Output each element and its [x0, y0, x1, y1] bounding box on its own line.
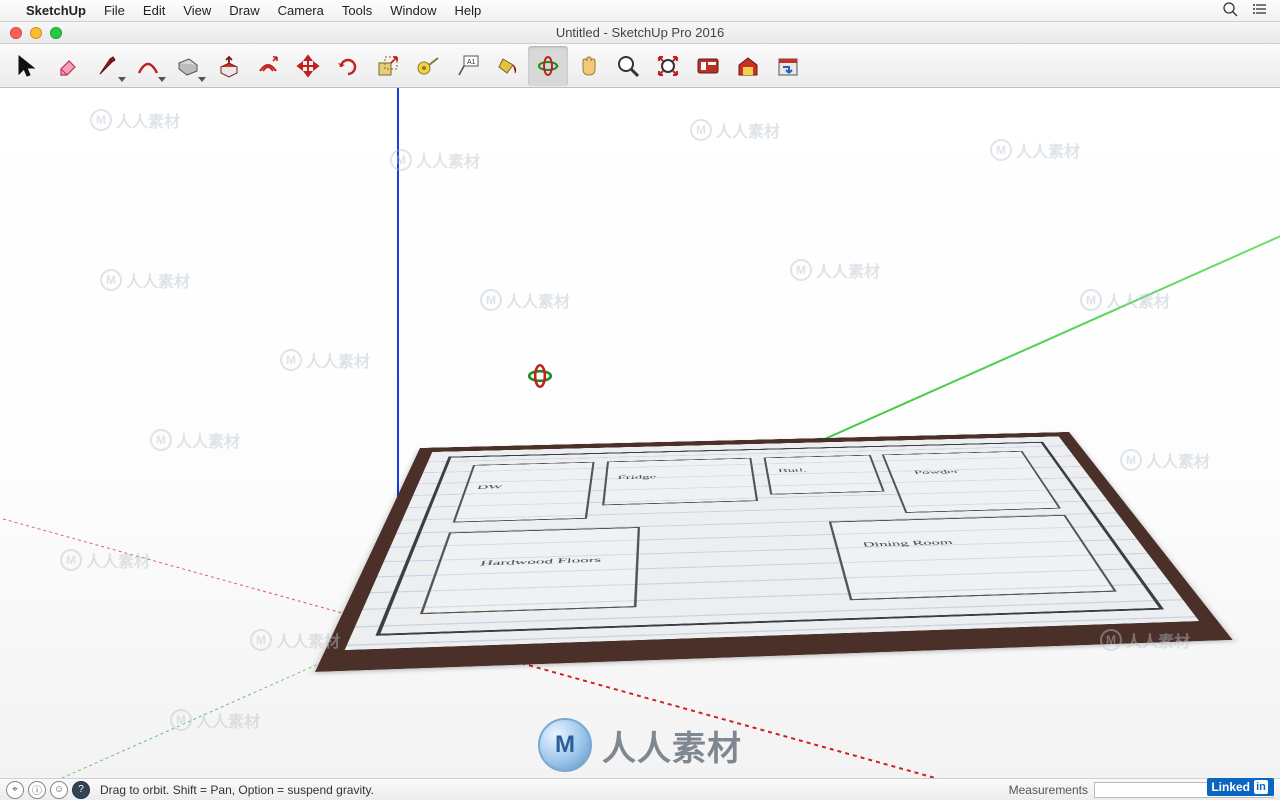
plan-label: DW [476, 484, 503, 491]
status-hint: Drag to orbit. Shift = Pan, Option = sus… [100, 783, 374, 797]
rotate-tool[interactable] [328, 46, 368, 86]
orbit-cursor-icon [526, 362, 554, 395]
geolocation-icon[interactable]: ⌖ [6, 781, 24, 799]
menu-list-icon[interactable] [1252, 1, 1268, 20]
text-tool[interactable]: A1 [448, 46, 488, 86]
window-title: Untitled - SketchUp Pro 2016 [0, 25, 1280, 40]
zoom-tool[interactable] [608, 46, 648, 86]
viewport-3d[interactable]: DW Fridge Butl. Dining Room Hardwood Flo… [0, 88, 1280, 778]
credits-icon[interactable]: ⓘ [28, 781, 46, 799]
menu-camera[interactable]: Camera [278, 3, 324, 18]
spotlight-icon[interactable] [1222, 1, 1238, 20]
watermark-text: 人人素材 [116, 108, 180, 132]
extension-warehouse-tool[interactable] [768, 46, 808, 86]
arc-tool[interactable] [128, 46, 168, 86]
measurements-label: Measurements [1009, 783, 1088, 797]
zoom-extents-tool[interactable] [648, 46, 688, 86]
eraser-tool[interactable] [48, 46, 88, 86]
plan-label: Butl. [778, 468, 808, 474]
svg-text:A1: A1 [467, 59, 476, 66]
axis-red-negative [0, 494, 398, 629]
3d-warehouse-tool[interactable] [728, 46, 768, 86]
status-bar: ⌖ ⓘ ☺ ? Drag to orbit. Shift = Pan, Opti… [0, 778, 1280, 800]
offset-tool[interactable] [248, 46, 288, 86]
move-tool[interactable] [288, 46, 328, 86]
menu-tools[interactable]: Tools [342, 3, 372, 18]
app-menu[interactable]: SketchUp [26, 3, 86, 18]
menu-edit[interactable]: Edit [143, 3, 165, 18]
pan-tool[interactable] [568, 46, 608, 86]
close-window-button[interactable] [10, 27, 22, 39]
menu-draw[interactable]: Draw [229, 3, 259, 18]
scale-tool[interactable] [368, 46, 408, 86]
plan-label: Fridge [617, 474, 656, 481]
menu-help[interactable]: Help [454, 3, 481, 18]
menu-view[interactable]: View [183, 3, 211, 18]
tape-measure-tool[interactable] [408, 46, 448, 86]
traffic-lights [0, 27, 62, 39]
line-tool[interactable] [88, 46, 128, 86]
person-icon[interactable]: ☺ [50, 781, 68, 799]
rectangle-tool[interactable] [168, 46, 208, 86]
imported-image-plane[interactable]: DW Fridge Butl. Dining Room Hardwood Flo… [420, 448, 1120, 778]
menu-file[interactable]: File [104, 3, 125, 18]
menu-window[interactable]: Window [390, 3, 436, 18]
main-toolbar: A1 [0, 44, 1280, 88]
window-titlebar: Untitled - SketchUp Pro 2016 [0, 22, 1280, 44]
linkedin-badge: Linkedin [1207, 778, 1274, 796]
mac-menubar: SketchUp File Edit View Draw Camera Tool… [0, 0, 1280, 22]
select-tool[interactable] [8, 46, 48, 86]
paint-bucket-tool[interactable] [488, 46, 528, 86]
zoom-window-button[interactable] [50, 27, 62, 39]
help-icon[interactable]: ? [72, 781, 90, 799]
minimize-window-button[interactable] [30, 27, 42, 39]
get-photo-textures-tool[interactable] [688, 46, 728, 86]
push-pull-tool[interactable] [208, 46, 248, 86]
orbit-tool[interactable] [528, 46, 568, 86]
